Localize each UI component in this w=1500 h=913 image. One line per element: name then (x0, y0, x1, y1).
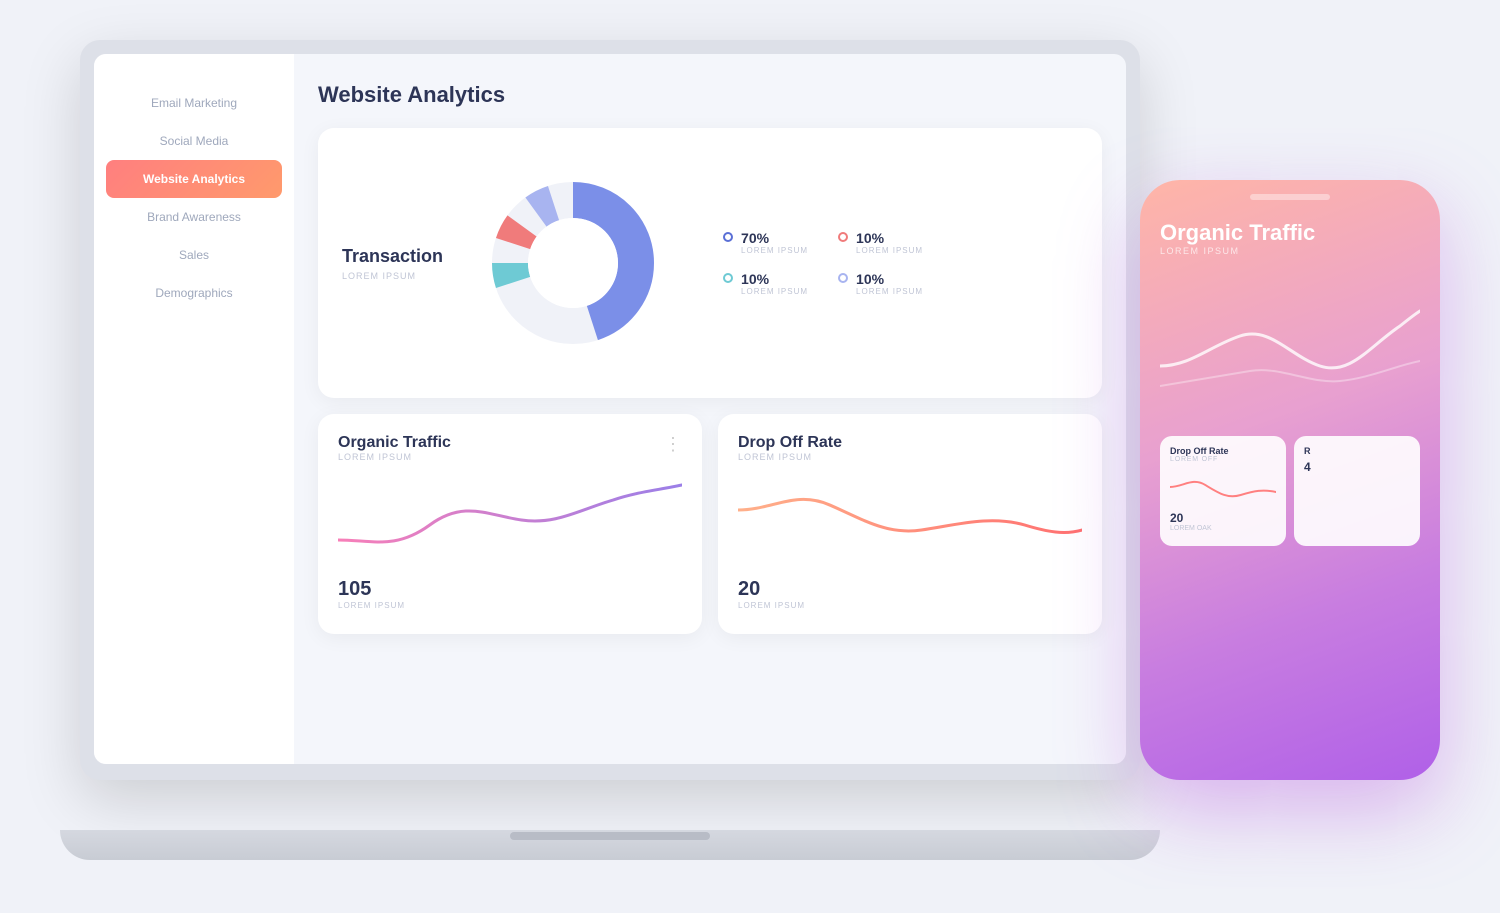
legend-dot-2 (838, 232, 848, 242)
sidebar-item-social-media[interactable]: Social Media (94, 122, 294, 160)
legend-dot-3 (723, 273, 733, 283)
legend-label-2: LOREM IPSUM (856, 246, 923, 255)
organic-traffic-subtitle: LOREM IPSUM (338, 452, 682, 462)
drop-off-rate-value: 20 (738, 578, 1082, 601)
drop-off-rate-chart (738, 470, 1082, 570)
legend-label-3: LOREM IPSUM (741, 287, 808, 296)
page-title: Website Analytics (318, 82, 1102, 108)
transaction-legend: 70% LOREM IPSUM 10% LOREM IPSUM (723, 230, 923, 296)
sidebar-item-sales[interactable]: Sales (94, 236, 294, 274)
legend-pct-1: 70% (741, 230, 808, 246)
phone-second-title: R (1304, 446, 1410, 456)
phone-drop-off-value: 20 (1170, 511, 1276, 525)
phone-drop-off-subtitle: LOREM OFF (1170, 456, 1276, 463)
drop-off-rate-title: Drop Off Rate (738, 434, 1082, 452)
legend-item-4: 10% LOREM IPSUM (838, 271, 923, 296)
organic-traffic-value-label: LOREM IPSUM (338, 601, 682, 610)
laptop-base (60, 830, 1160, 860)
phone-organic-traffic-subtitle: LOREM IPSUM (1160, 246, 1420, 256)
transaction-subtitle: LOREM IPSUM (342, 271, 443, 281)
transaction-title: Transaction (342, 246, 443, 267)
bottom-cards: Organic Traffic LOREM IPSUM ⋮ (318, 414, 1102, 634)
main-content: Website Analytics Transaction LOREM IPSU… (294, 54, 1126, 764)
legend-pct-4: 10% (856, 271, 923, 287)
phone-drop-off-chart (1170, 467, 1276, 507)
laptop: Email Marketing Social Media Website Ana… (80, 40, 1180, 860)
legend-pct-2: 10% (856, 230, 923, 246)
drop-off-rate-subtitle: LOREM IPSUM (738, 452, 1082, 462)
donut-chart (483, 173, 663, 353)
laptop-screen: Email Marketing Social Media Website Ana… (94, 54, 1126, 764)
organic-traffic-menu[interactable]: ⋮ (664, 434, 682, 455)
laptop-notch (510, 832, 710, 840)
phone-organic-traffic-title: Organic Traffic (1160, 220, 1420, 246)
phone-bottom-cards: Drop Off Rate LOREM OFF 20 LOREM OAK R 4 (1160, 436, 1420, 546)
organic-traffic-title: Organic Traffic (338, 434, 682, 452)
organic-traffic-card: Organic Traffic LOREM IPSUM ⋮ (318, 414, 702, 634)
scene: Email Marketing Social Media Website Ana… (0, 0, 1500, 913)
drop-off-rate-card: Drop Off Rate LOREM IPSUM (718, 414, 1102, 634)
transaction-card: Transaction LOREM IPSUM (318, 128, 1102, 398)
phone-second-card: R 4 (1294, 436, 1420, 546)
drop-off-rate-value-label: LOREM IPSUM (738, 601, 1082, 610)
phone-drop-off-title: Drop Off Rate (1170, 446, 1276, 456)
organic-traffic-chart (338, 470, 682, 570)
dashboard: Email Marketing Social Media Website Ana… (94, 54, 1126, 764)
sidebar: Email Marketing Social Media Website Ana… (94, 54, 294, 764)
phone-second-value: 4 (1304, 460, 1410, 474)
legend-item-3: 10% LOREM IPSUM (723, 271, 808, 296)
phone: Organic Traffic LOREM IPSUM Drop Off Rat… (1140, 180, 1440, 780)
phone-drop-off-val-label: LOREM OAK (1170, 525, 1276, 532)
legend-label-4: LOREM IPSUM (856, 287, 923, 296)
legend-dot-4 (838, 273, 848, 283)
legend-label-1: LOREM IPSUM (741, 246, 808, 255)
legend-item-1: 70% LOREM IPSUM (723, 230, 808, 255)
phone-main-chart (1160, 266, 1420, 426)
legend-pct-3: 10% (741, 271, 808, 287)
laptop-outer: Email Marketing Social Media Website Ana… (80, 40, 1140, 780)
legend-item-2: 10% LOREM IPSUM (838, 230, 923, 255)
organic-traffic-value: 105 (338, 578, 682, 601)
sidebar-item-brand-awareness[interactable]: Brand Awareness (94, 198, 294, 236)
sidebar-item-email-marketing[interactable]: Email Marketing (94, 84, 294, 122)
legend-dot-1 (723, 232, 733, 242)
phone-drop-off-card: Drop Off Rate LOREM OFF 20 LOREM OAK (1160, 436, 1286, 546)
sidebar-item-demographics[interactable]: Demographics (94, 274, 294, 312)
sidebar-item-website-analytics[interactable]: Website Analytics (106, 160, 282, 198)
